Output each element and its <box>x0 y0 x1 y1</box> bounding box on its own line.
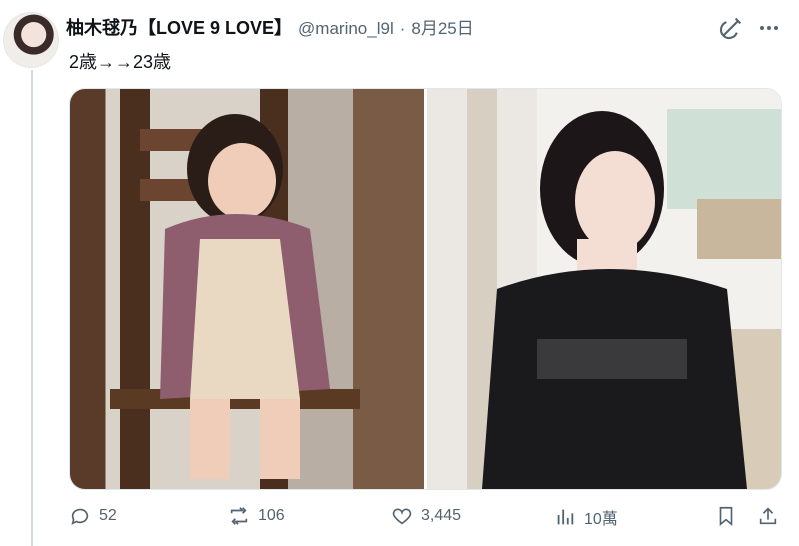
like-button[interactable]: 3,445 <box>391 505 461 527</box>
repost-button[interactable]: 106 <box>228 505 285 527</box>
action-bar: 52 106 3,445 10萬 <box>69 505 781 535</box>
tweet-date[interactable]: 8月25日 <box>411 14 473 39</box>
like-count: 3,445 <box>421 507 462 524</box>
views-button[interactable]: 10萬 <box>554 505 618 529</box>
grok-icon[interactable] <box>717 14 745 42</box>
bookmark-button[interactable] <box>715 505 737 527</box>
photo-woman-black-tshirt[interactable] <box>427 89 781 489</box>
photo-child-on-chair[interactable] <box>70 89 424 489</box>
display-name[interactable]: 柚木毬乃【LOVE 9 LOVE】 <box>66 14 292 40</box>
repost-count: 106 <box>258 507 285 524</box>
share-button[interactable] <box>757 505 779 527</box>
bookmark-icon <box>719 506 733 527</box>
reply-button[interactable]: 52 <box>69 505 117 527</box>
more-icon[interactable] <box>755 14 783 42</box>
user-handle[interactable]: @marino_l9l <box>298 19 394 39</box>
tweet-text: 2歳→→23歳 <box>69 52 172 72</box>
views-count: 10萬 <box>584 511 618 528</box>
reply-icon <box>71 508 89 525</box>
reply-count: 52 <box>99 507 117 524</box>
tweet-header: 柚木毬乃【LOVE 9 LOVE】 @marino_l9l · 8月25日 <box>66 14 474 40</box>
repost-icon <box>230 507 248 525</box>
avatar[interactable] <box>3 12 59 68</box>
views-icon <box>557 509 574 525</box>
thread-line <box>31 70 33 546</box>
heart-icon <box>392 508 412 525</box>
share-icon <box>759 507 777 525</box>
media-grid[interactable] <box>69 88 782 490</box>
separator-dot: · <box>399 19 406 38</box>
